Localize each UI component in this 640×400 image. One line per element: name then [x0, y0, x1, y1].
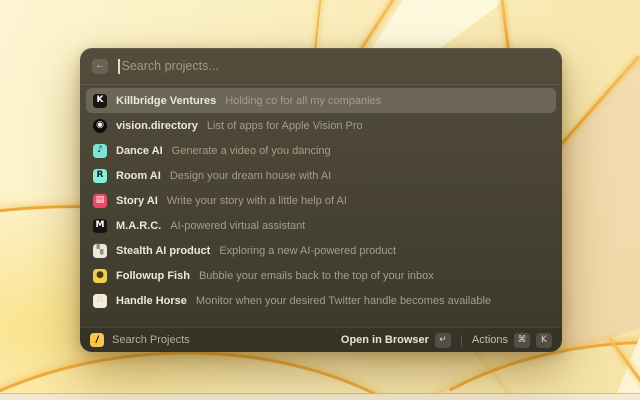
item-title: vision.directory — [116, 120, 198, 132]
item-title: Stealth AI product — [116, 245, 210, 257]
stealth-ai-icon: ▚ — [93, 244, 107, 258]
item-subtitle: Bubble your emails back to the top of yo… — [199, 270, 434, 282]
dance-ai-icon: ♪ — [93, 144, 107, 158]
open-in-browser-label: Open in Browser — [341, 334, 429, 346]
item-title: M.A.R.C. — [116, 220, 161, 232]
footer-divider — [461, 335, 462, 346]
footer-bar: / Search Projects Open in Browser ↵ Acti… — [80, 327, 562, 352]
item-subtitle: Exploring a new AI-powered product — [219, 245, 396, 257]
marc-icon: M — [93, 219, 107, 233]
list-item-followup-fish[interactable]: ● Followup Fish Bubble your emails back … — [86, 263, 556, 288]
actions-button[interactable]: Actions ⌘ K — [472, 333, 552, 348]
command-palette-window: ← K Killbridge Ventures Holding co for a… — [80, 48, 562, 352]
back-button[interactable]: ← — [92, 59, 108, 74]
room-ai-icon: R — [93, 169, 107, 183]
vision-directory-icon: ◉ — [93, 119, 107, 133]
item-title: Followup Fish — [116, 270, 190, 282]
list-item-room-ai[interactable]: R Room AI Design your dream house with A… — [86, 163, 556, 188]
list-item-marc[interactable]: M M.A.R.C. AI-powered virtual assistant — [86, 213, 556, 238]
item-subtitle: AI-powered virtual assistant — [170, 220, 305, 232]
arrow-left-icon: ← — [95, 61, 105, 71]
item-subtitle: Write your story with a little help of A… — [167, 195, 347, 207]
project-list: K Killbridge Ventures Holding co for all… — [80, 85, 562, 327]
list-item-dance-ai[interactable]: ♪ Dance AI Generate a video of you danci… — [86, 138, 556, 163]
item-title: Story AI — [116, 195, 158, 207]
item-title: Room AI — [116, 170, 161, 182]
item-subtitle: List of apps for Apple Vision Pro — [207, 120, 363, 132]
list-item-story-ai[interactable]: ▤ Story AI Write your story with a littl… — [86, 188, 556, 213]
slash-glyph: / — [96, 335, 99, 346]
item-title: Handle Horse — [116, 295, 187, 307]
command-name-label: Search Projects — [112, 334, 190, 346]
search-input[interactable] — [122, 59, 551, 73]
item-title: Killbridge Ventures — [116, 95, 216, 107]
text-caret — [118, 59, 120, 74]
search-bar: ← — [80, 48, 562, 85]
followup-fish-icon: ● — [93, 269, 107, 283]
item-subtitle: Generate a video of you dancing — [172, 145, 331, 157]
killbridge-ventures-icon: K — [93, 94, 107, 108]
actions-label: Actions — [472, 334, 508, 346]
item-title: Dance AI — [116, 145, 163, 157]
item-subtitle: Monitor when your desired Twitter handle… — [196, 295, 491, 307]
wallpaper-bottom-strip — [0, 393, 640, 400]
story-ai-icon: ▤ — [93, 194, 107, 208]
extension-logo-icon: / — [90, 333, 104, 347]
list-item-vision-directory[interactable]: ◉ vision.directory List of apps for Appl… — [86, 113, 556, 138]
k-key-icon: K — [536, 333, 552, 348]
open-in-browser-button[interactable]: Open in Browser ↵ — [341, 333, 451, 348]
enter-key-icon: ↵ — [435, 333, 451, 348]
item-subtitle: Holding co for all my companies — [225, 95, 381, 107]
list-item-handle-horse[interactable]: ♘ Handle Horse Monitor when your desired… — [86, 288, 556, 313]
list-item-stealth-ai-product[interactable]: ▚ Stealth AI product Exploring a new AI-… — [86, 238, 556, 263]
list-item-killbridge-ventures[interactable]: K Killbridge Ventures Holding co for all… — [86, 88, 556, 113]
handle-horse-icon: ♘ — [93, 294, 107, 308]
footer-actions: Open in Browser ↵ Actions ⌘ K — [341, 333, 552, 348]
cmd-key-icon: ⌘ — [514, 333, 530, 348]
item-subtitle: Design your dream house with AI — [170, 170, 331, 182]
